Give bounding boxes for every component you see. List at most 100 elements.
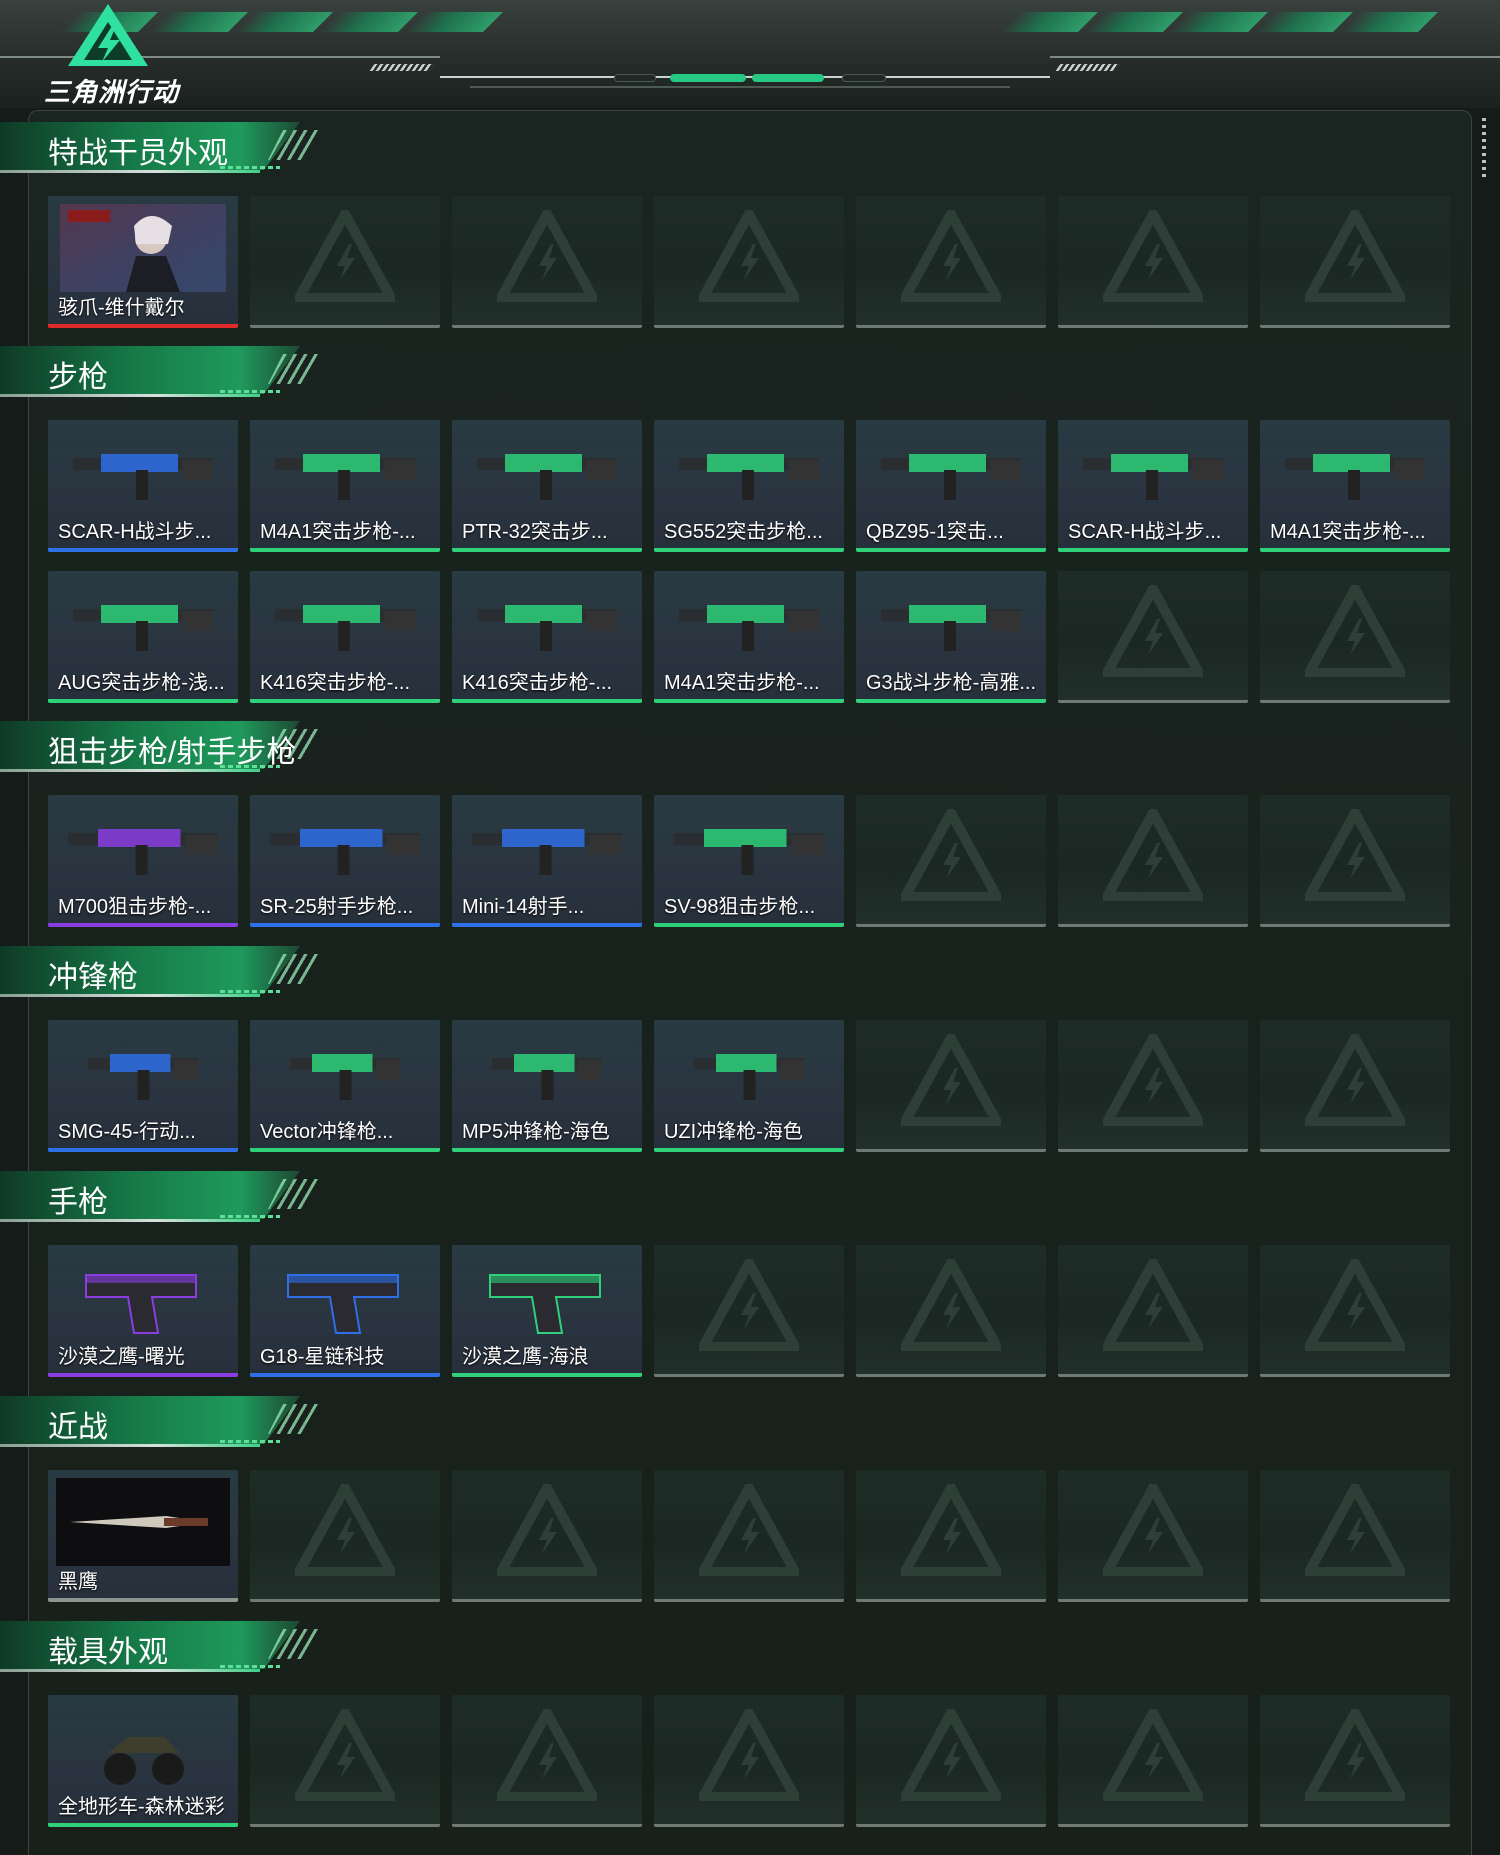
rifle-icon [275, 454, 415, 500]
skin-card-label: M700狙击步枪-... [58, 896, 212, 918]
empty-slot [250, 196, 440, 328]
skin-card-label: M4A1突击步枪-... [1270, 521, 1426, 543]
scroll-indicator[interactable] [1482, 118, 1486, 178]
item-row: 沙漠之鹰-曙光 G18-星链科技 沙漠之鹰-海浪 [48, 1245, 1450, 1377]
skin-card-label: M4A1突击步枪-... [260, 521, 416, 543]
operator-portrait-icon [60, 204, 226, 292]
skin-card[interactable]: M700狙击步枪-... [48, 795, 238, 927]
header-rule [470, 86, 1010, 88]
section-header-underline-accent [220, 390, 280, 393]
rarity-bar [452, 548, 642, 552]
delta-placeholder-icon [497, 1709, 597, 1801]
skin-card[interactable]: Vector冲锋枪... [250, 1020, 440, 1152]
skin-card[interactable]: QBZ95-1突击... [856, 420, 1046, 552]
empty-slot [1260, 1695, 1450, 1827]
section-header: 手枪 [0, 1169, 330, 1225]
skin-card[interactable]: 沙漠之鹰-曙光 [48, 1245, 238, 1377]
skin-card[interactable]: G3战斗步枪-高雅... [856, 571, 1046, 703]
header-indicator-active [670, 74, 746, 82]
empty-slot [1058, 1020, 1248, 1152]
empty-slot [452, 1695, 642, 1827]
rifle-icon [275, 605, 415, 651]
skin-card[interactable]: M4A1突击步枪-... [654, 571, 844, 703]
skin-card[interactable]: M4A1突击步枪-... [250, 420, 440, 552]
skin-card[interactable]: SMG-45-行动... [48, 1020, 238, 1152]
header-stripe [1000, 12, 1098, 32]
delta-placeholder-icon [1305, 585, 1405, 677]
delta-placeholder-icon [1103, 1259, 1203, 1351]
rifle-icon [73, 454, 213, 500]
skin-card[interactable]: K416突击步枪-... [452, 571, 642, 703]
skin-card[interactable]: K416突击步枪-... [250, 571, 440, 703]
skin-card[interactable]: M4A1突击步枪-... [1260, 420, 1450, 552]
rarity-bar [48, 324, 238, 328]
empty-slot [1058, 1470, 1248, 1602]
section-header-underline [0, 394, 260, 397]
skin-card-label: 沙漠之鹰-曙光 [58, 1346, 185, 1368]
delta-placeholder-icon [901, 809, 1001, 901]
skin-card[interactable]: 全地形车-森林迷彩 [48, 1695, 238, 1827]
skin-card-label: SCAR-H战斗步... [58, 521, 212, 543]
rarity-bar [48, 548, 238, 552]
skin-card[interactable]: MP5冲锋枪-海色 [452, 1020, 642, 1152]
empty-slot-bar [1260, 1824, 1450, 1827]
delta-placeholder-icon [1103, 585, 1203, 677]
delta-placeholder-icon [1305, 1709, 1405, 1801]
skin-card[interactable]: G18-星链科技 [250, 1245, 440, 1377]
empty-slot [1260, 795, 1450, 927]
skin-card-label: AUG突击步枪-浅... [58, 672, 225, 694]
empty-slot-bar [452, 325, 642, 328]
skin-card[interactable]: SCAR-H战斗步... [1058, 420, 1248, 552]
header-rule [1050, 56, 1500, 58]
skin-card[interactable]: 黑鹰 [48, 1470, 238, 1602]
pistol-icon [287, 1274, 399, 1334]
skin-card[interactable]: AUG突击步枪-浅... [48, 571, 238, 703]
skin-card[interactable]: SR-25射手步枪... [250, 795, 440, 927]
empty-slot [654, 1245, 844, 1377]
delta-placeholder-icon [901, 1709, 1001, 1801]
smg-icon [694, 1054, 804, 1100]
delta-placeholder-icon [1103, 210, 1203, 302]
top-header [0, 0, 1500, 108]
atv-vehicle-icon [104, 1737, 184, 1785]
header-stripe [1170, 12, 1268, 32]
skin-card[interactable]: 骇爪-维什戴尔 [48, 196, 238, 328]
rarity-bar [250, 699, 440, 703]
delta-placeholder-icon [1305, 210, 1405, 302]
skin-card[interactable]: 沙漠之鹰-海浪 [452, 1245, 642, 1377]
header-stripe [1340, 12, 1438, 32]
skin-card-label: G3战斗步枪-高雅... [866, 672, 1037, 694]
rarity-bar [250, 548, 440, 552]
empty-slot-bar [452, 1824, 642, 1827]
skin-card[interactable]: SG552突击步枪... [654, 420, 844, 552]
empty-slot-bar [856, 924, 1046, 927]
section-header: 冲锋枪 [0, 944, 330, 1000]
skin-card[interactable]: SCAR-H战斗步... [48, 420, 238, 552]
section-header-band [0, 1171, 300, 1219]
skin-card[interactable]: UZI冲锋枪-海色 [654, 1020, 844, 1152]
skin-card[interactable]: SV-98狙击步枪... [654, 795, 844, 927]
skin-card-label: G18-星链科技 [260, 1346, 385, 1368]
skin-card[interactable]: PTR-32突击步... [452, 420, 642, 552]
skin-card[interactable]: Mini-14射手... [452, 795, 642, 927]
section-title: 冲锋枪 [48, 961, 138, 994]
delta-placeholder-icon [901, 210, 1001, 302]
empty-slot-bar [654, 1599, 844, 1602]
section-header-underline-accent [220, 1440, 280, 1443]
section-header-underline-accent [220, 1215, 280, 1218]
header-stripe [1085, 12, 1183, 32]
section-header: 特战干员外观 [0, 120, 330, 176]
empty-slot-bar [856, 325, 1046, 328]
skin-card-label: SG552突击步枪... [664, 521, 823, 543]
empty-slot-bar [1058, 1824, 1248, 1827]
header-stripe [405, 12, 503, 32]
empty-slot-bar [1058, 325, 1248, 328]
rarity-bar [48, 923, 238, 927]
empty-slot-bar [250, 1824, 440, 1827]
section-header-underline [0, 1219, 260, 1222]
rarity-bar [1260, 548, 1450, 552]
skin-card-label: 黑鹰 [58, 1571, 98, 1593]
section-title: 特战干员外观 [48, 137, 228, 170]
delta-placeholder-icon [1103, 1034, 1203, 1126]
empty-slot [1058, 1695, 1248, 1827]
